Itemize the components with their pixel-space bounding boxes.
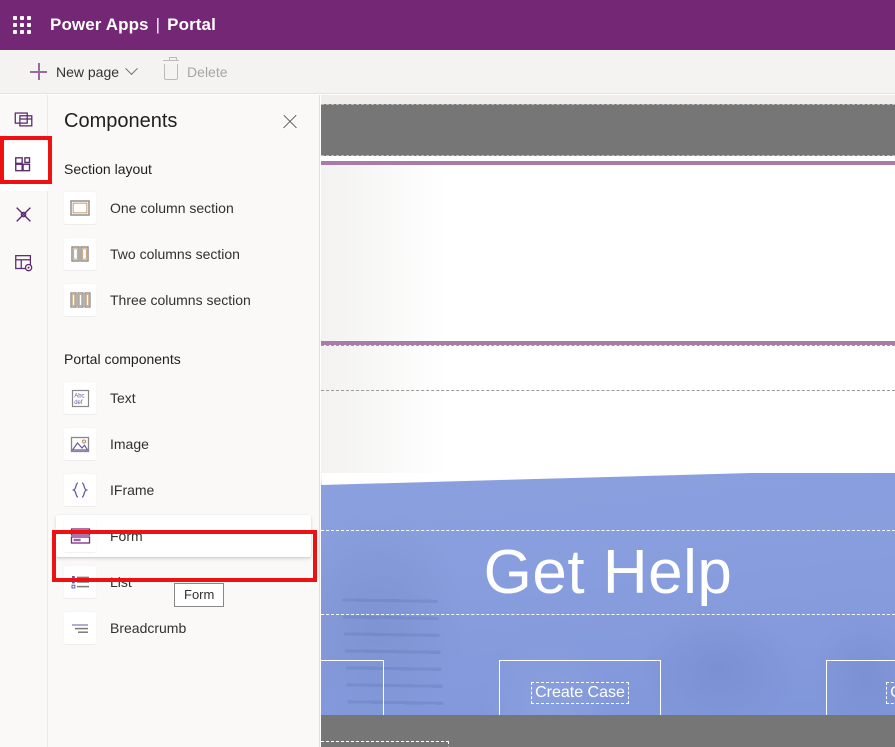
list-icon [64, 566, 96, 598]
text-abc-icon: Abc def [64, 382, 96, 414]
one-column-icon [64, 192, 96, 224]
top-bar: Power Apps | Portal [0, 0, 895, 50]
breadcrumb-icon [64, 612, 96, 644]
rail-item-pages[interactable] [0, 95, 48, 143]
component-label: One column section [110, 200, 234, 216]
components-panel: Components Section layout One column sec… [48, 95, 320, 747]
image-icon [64, 428, 96, 460]
canvas-section-row-1[interactable] [321, 345, 895, 391]
plus-icon [30, 63, 47, 80]
canvas-footer-section[interactable] [321, 715, 895, 747]
canvas-hero-section[interactable]: Get Help Create Case Cont [321, 473, 895, 715]
component-item-two-columns-section[interactable]: Two columns section [56, 233, 311, 275]
component-item-text[interactable]: Abc def Text [56, 377, 311, 419]
group-title-portal-components: Portal components [64, 351, 181, 367]
portal-components-list: Abc def Text Image IFrame Form List Brea… [48, 377, 319, 649]
theme-brush-icon [16, 207, 31, 222]
chevron-down-icon[interactable] [125, 62, 138, 76]
canvas-top-strip [321, 95, 895, 104]
two-columns-icon [64, 238, 96, 270]
panel-title: Components [64, 110, 178, 132]
component-item-three-columns-section[interactable]: Three columns section [56, 279, 311, 321]
hero-title-container[interactable]: Get Help [321, 530, 895, 615]
component-label: Form [110, 528, 143, 544]
new-page-label: New page [56, 63, 120, 80]
three-columns-icon [64, 284, 96, 316]
page-canvas[interactable]: Get Help Create Case Cont [321, 95, 895, 747]
component-label: List [110, 574, 132, 590]
table-settings-icon [15, 255, 33, 272]
brand-separator: | [155, 15, 161, 34]
component-label: Two columns section [110, 246, 240, 262]
component-label: Three columns section [110, 292, 251, 308]
components-grid-icon [15, 157, 31, 172]
section-layout-list: One column section Two columns section T… [48, 187, 319, 321]
component-label: IFrame [110, 482, 155, 498]
component-label: Text [110, 390, 136, 406]
iframe-braces-icon [64, 474, 96, 506]
svg-text:def: def [74, 400, 83, 406]
hero-button-partial-left[interactable] [321, 660, 384, 715]
rail-item-styling[interactable] [0, 191, 48, 239]
hero-button-label: Cont [886, 681, 895, 704]
hero-button-label: Create Case [531, 681, 629, 704]
new-page-button[interactable]: New page [24, 56, 142, 88]
canvas-header-section[interactable] [321, 104, 895, 156]
delete-button[interactable]: Delete [158, 56, 233, 88]
canvas-footer-placeholder [321, 741, 449, 747]
component-item-image[interactable]: Image [56, 423, 311, 465]
hero-button-create-case[interactable]: Create Case [499, 660, 661, 715]
waffle-grid-icon[interactable] [12, 15, 32, 35]
hero-title: Get Help [483, 537, 733, 607]
component-item-breadcrumb[interactable]: Breadcrumb [56, 607, 311, 649]
hero-button-contact[interactable]: Cont [826, 660, 895, 715]
context-name: Portal [167, 15, 216, 34]
left-rail [0, 95, 48, 747]
delete-label: Delete [187, 63, 228, 80]
brand-title: Power Apps | Portal [50, 15, 216, 35]
close-icon[interactable] [277, 109, 303, 135]
form-tooltip: Form [174, 583, 225, 607]
svg-text:Abc: Abc [74, 393, 84, 399]
component-label: Image [110, 436, 149, 452]
rail-item-data[interactable] [0, 239, 48, 287]
app-name: Power Apps [50, 15, 149, 34]
group-title-section-layout: Section layout [64, 161, 152, 177]
canvas-section-row-2[interactable] [321, 391, 895, 483]
component-item-form[interactable]: Form [56, 515, 311, 557]
pages-icon [14, 112, 33, 127]
trash-icon [163, 56, 180, 80]
form-icon [64, 520, 96, 552]
power-apps-portal-studio: Power Apps | Portal New page Delete Comp… [0, 0, 895, 747]
panel-header: Components [48, 95, 319, 135]
canvas-nav-section[interactable] [321, 165, 895, 341]
rail-item-components[interactable] [0, 143, 48, 191]
component-item-one-column-section[interactable]: One column section [56, 187, 311, 229]
component-label: Breadcrumb [110, 620, 187, 636]
command-bar: New page Delete [0, 50, 895, 94]
component-item-iframe[interactable]: IFrame [56, 469, 311, 511]
